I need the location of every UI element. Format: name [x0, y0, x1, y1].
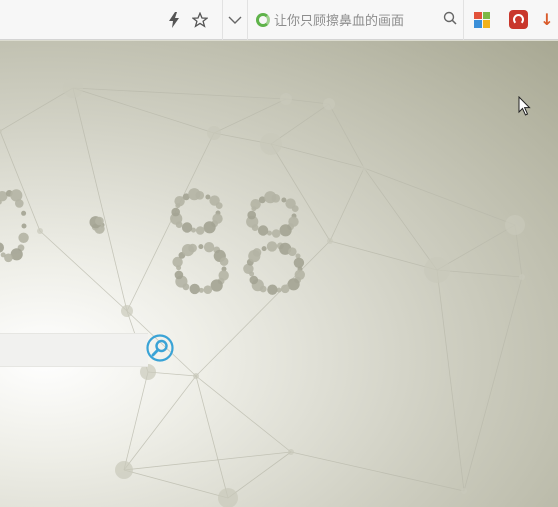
logo-dot	[203, 285, 213, 294]
logo-dot	[291, 205, 299, 213]
chevron-down-icon[interactable]	[223, 8, 247, 32]
search-button[interactable]	[145, 333, 177, 367]
lightning-icon[interactable]	[162, 8, 186, 32]
logo-dot	[219, 257, 229, 266]
logo-dot	[189, 283, 200, 295]
logo-dot	[281, 197, 287, 203]
logo-dot	[95, 216, 104, 226]
address-bar-area[interactable]	[0, 0, 162, 39]
browser-toolbar: 让你只顾擦鼻血的画面 ↓	[0, 0, 558, 40]
page-background	[0, 41, 558, 507]
logo-dot	[203, 242, 215, 253]
logo-dot	[293, 257, 305, 268]
search-suggestion-box[interactable]: 让你只顾擦鼻血的画面	[248, 0, 463, 39]
logo-dot	[188, 243, 197, 253]
logo-dot	[21, 210, 27, 216]
logo-dot	[243, 263, 254, 274]
logo-dot	[215, 202, 223, 210]
logo-dot	[249, 275, 259, 285]
logo-dot	[14, 199, 24, 208]
logo-dot	[271, 229, 281, 238]
logo-dot	[261, 246, 267, 252]
logo-dot	[205, 194, 211, 200]
logo-dot	[247, 210, 256, 220]
logo-dot	[181, 222, 193, 233]
logo-dot	[195, 191, 205, 200]
logo-dot	[195, 226, 205, 235]
search-input[interactable]	[0, 333, 148, 367]
logo-dot	[288, 247, 297, 256]
logo-dot	[0, 252, 6, 258]
logo-dot	[171, 207, 180, 217]
logo-dot	[210, 279, 223, 292]
logo-dot	[21, 223, 27, 229]
logo-dot	[271, 194, 281, 203]
logo-dot	[198, 244, 204, 250]
logo-dot	[266, 241, 278, 252]
logo-dot	[257, 225, 269, 236]
logo-dot	[18, 232, 29, 243]
download-icon[interactable]: ↓	[536, 0, 558, 39]
windows-logo-icon[interactable]	[464, 0, 500, 39]
logo-dot	[252, 248, 262, 257]
logo-dot	[280, 284, 290, 294]
search-icon[interactable]	[443, 11, 457, 29]
loading-ring-icon	[256, 12, 270, 27]
logo-dot	[203, 221, 216, 234]
logo-dot	[279, 224, 292, 237]
logo-dot	[0, 242, 4, 253]
logo-dots	[0, 188, 305, 295]
logo-dot	[174, 270, 184, 280]
search-suggestion-text: 让你只顾擦鼻血的画面	[274, 14, 405, 29]
red-badge-icon[interactable]	[500, 0, 536, 39]
extension-bar: ↓	[464, 0, 558, 39]
logo-dot	[267, 284, 278, 295]
star-icon[interactable]	[188, 8, 212, 32]
